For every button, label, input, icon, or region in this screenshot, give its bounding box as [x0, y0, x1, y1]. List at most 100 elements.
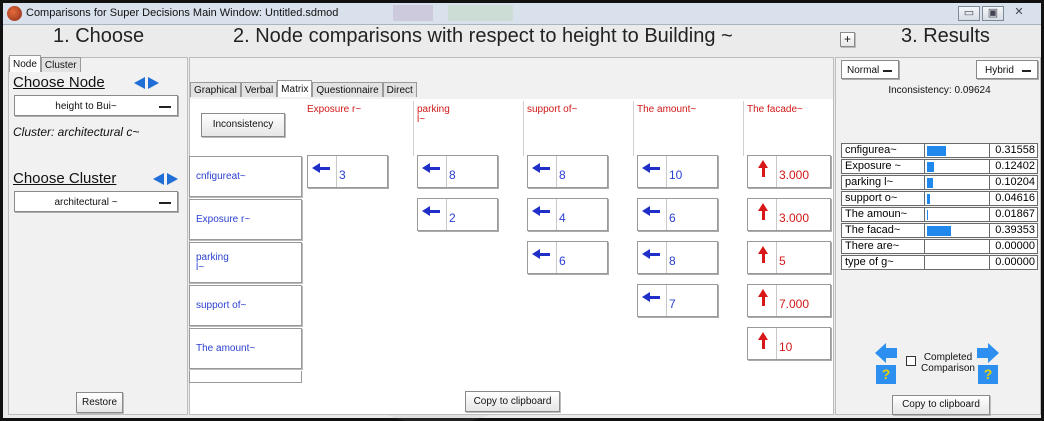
tab-verbal[interactable]: Verbal	[240, 82, 278, 97]
restore-button[interactable]: Restore	[76, 392, 123, 413]
priority-bar	[927, 146, 946, 156]
direction-toggle[interactable]	[308, 156, 337, 187]
comparison-cell[interactable]: 10	[637, 155, 718, 188]
comparison-cell[interactable]: 10	[747, 327, 831, 360]
direction-toggle[interactable]	[638, 156, 667, 187]
direction-toggle[interactable]	[418, 199, 447, 230]
row-header: Exposure r~	[189, 199, 302, 240]
direction-toggle[interactable]	[638, 242, 667, 273]
comparison-cell[interactable]: 3.000	[747, 198, 831, 231]
cluster-select[interactable]: architectural ~	[14, 191, 178, 212]
node-select[interactable]: height to Bui~	[14, 95, 178, 116]
row-header: cnfigureat~	[189, 156, 302, 197]
copy-matrix-button[interactable]: Copy to clipboard	[465, 391, 560, 412]
row-header: support of~	[189, 285, 302, 326]
comparison-cell[interactable]: 5	[747, 241, 831, 274]
completed-checkbox[interactable]	[906, 356, 916, 366]
direction-toggle[interactable]	[528, 199, 557, 230]
direction-toggle[interactable]	[748, 156, 777, 187]
choose-tabs: Node Cluster	[9, 55, 81, 72]
result-row: cnfigurea~ 0.31558	[841, 143, 1038, 158]
prev-cluster-icon[interactable]	[153, 173, 164, 185]
comparison-cell[interactable]: 3.000	[747, 155, 831, 188]
comparison-cell[interactable]: 6	[637, 198, 718, 231]
comparison-cell[interactable]: 2	[417, 198, 498, 231]
comparison-mode-tabs: Graphical Verbal Matrix Questionnaire Di…	[190, 80, 417, 97]
prev-comparison-icon[interactable]	[875, 343, 897, 363]
cluster-nav-arrows[interactable]	[153, 172, 179, 185]
help-icon[interactable]: ?	[978, 365, 998, 384]
direction-toggle[interactable]	[748, 285, 777, 316]
comparison-cell[interactable]: 6	[527, 241, 608, 274]
comparison-value: 4	[559, 211, 566, 225]
comparison-cell[interactable]: 7.000	[747, 284, 831, 317]
tab-cluster[interactable]: Cluster	[40, 57, 81, 72]
left-arrow-icon	[312, 163, 330, 174]
hybrid-mode-select[interactable]: Hybrid	[976, 60, 1038, 79]
node-select-value: height to Bui~	[55, 101, 117, 112]
priority-bar-track	[925, 255, 989, 270]
direction-toggle[interactable]	[528, 242, 557, 273]
minimize-button[interactable]: ▭	[958, 6, 980, 21]
left-arrow-icon	[422, 163, 440, 174]
node-nav-arrows[interactable]	[134, 76, 160, 89]
priority-bar-track	[925, 159, 989, 174]
comparison-value: 3.000	[779, 168, 810, 182]
result-row: Exposure ~ 0.12402	[841, 159, 1038, 174]
result-row: The amoun~ 0.01867	[841, 207, 1038, 222]
direction-toggle[interactable]	[748, 328, 777, 359]
left-arrow-icon	[532, 249, 550, 260]
priority-bar-track	[925, 239, 989, 254]
direction-toggle[interactable]	[638, 285, 667, 316]
comparison-cell[interactable]: 8	[417, 155, 498, 188]
result-value: 0.12402	[989, 159, 1038, 174]
normal-mode-value: Normal	[847, 65, 880, 76]
close-button[interactable]: ✕	[1006, 6, 1032, 21]
tab-graphical[interactable]: Graphical	[190, 82, 241, 97]
tab-direct[interactable]: Direct	[382, 82, 417, 97]
priority-bar	[927, 178, 933, 188]
result-value: 0.31558	[989, 143, 1038, 158]
help-icon[interactable]: ?	[876, 365, 896, 384]
up-arrow-icon	[758, 246, 769, 263]
direction-toggle[interactable]	[748, 199, 777, 230]
column-header: Exposure r~	[304, 101, 414, 156]
result-name: type of g~	[841, 255, 925, 270]
result-name: Exposure ~	[841, 159, 925, 174]
comparison-cell[interactable]: 7	[637, 284, 718, 317]
comparison-cell[interactable]: 8	[637, 241, 718, 274]
tab-matrix[interactable]: Matrix	[277, 80, 313, 97]
result-value: 0.10204	[989, 175, 1038, 190]
row-header: The amount~	[189, 328, 302, 369]
comparison-cell[interactable]: 4	[527, 198, 608, 231]
result-name: There are~	[841, 239, 925, 254]
tab-questionnaire[interactable]: Questionnaire	[312, 82, 383, 97]
priority-bar	[927, 226, 951, 236]
choose-panel-title: 1. Choose	[53, 25, 145, 47]
row-header-filler	[189, 371, 302, 383]
expand-plus-button[interactable]: +	[840, 32, 855, 47]
inconsistency-button[interactable]: Inconsistency	[201, 113, 285, 137]
maximize-button[interactable]: ▣	[982, 6, 1004, 21]
column-header: support of~	[524, 101, 634, 156]
comparison-value: 6	[559, 254, 566, 268]
next-cluster-icon[interactable]	[167, 173, 178, 185]
dropdown-icon	[883, 70, 892, 72]
comparison-cell[interactable]: 8	[527, 155, 608, 188]
priority-bar-track	[925, 207, 989, 222]
tab-node[interactable]: Node	[9, 55, 41, 72]
direction-toggle[interactable]	[638, 199, 667, 230]
direction-toggle[interactable]	[748, 242, 777, 273]
next-comparison-icon[interactable]	[977, 343, 999, 363]
column-header: The amount~	[634, 101, 744, 156]
prev-node-icon[interactable]	[134, 77, 145, 89]
next-node-icon[interactable]	[148, 77, 159, 89]
dropdown-icon	[159, 106, 171, 108]
result-name: The amoun~	[841, 207, 925, 222]
comparison-cell[interactable]: 3	[307, 155, 388, 188]
copy-results-button[interactable]: Copy to clipboard	[892, 395, 990, 415]
direction-toggle[interactable]	[528, 156, 557, 187]
left-arrow-icon	[642, 249, 660, 260]
normal-mode-select[interactable]: Normal	[841, 60, 899, 79]
direction-toggle[interactable]	[418, 156, 447, 187]
